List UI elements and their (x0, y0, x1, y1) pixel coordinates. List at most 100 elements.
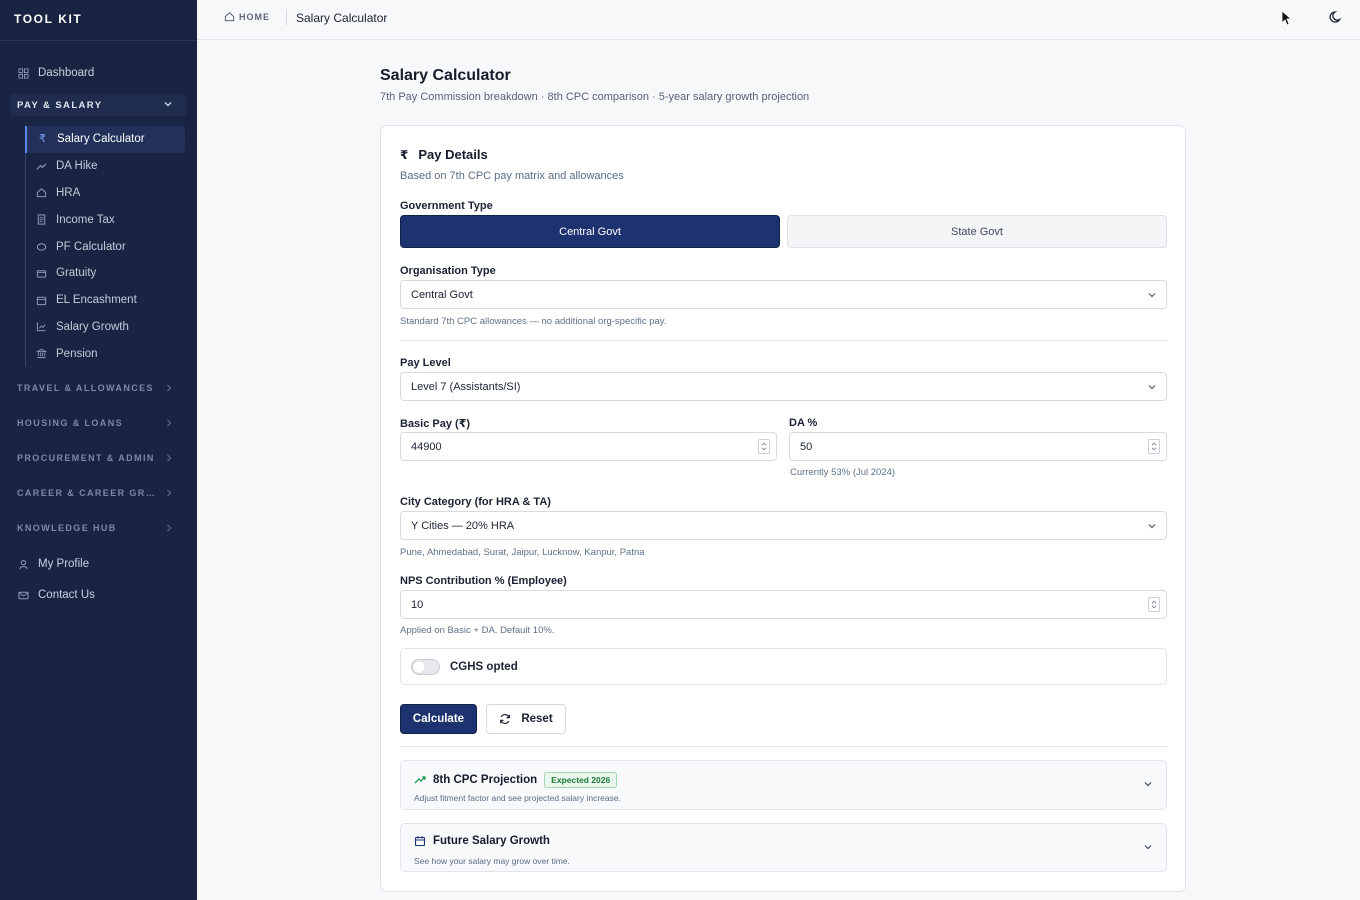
accordion-title: Future Salary Growth (414, 835, 550, 847)
wallet-icon (35, 267, 48, 280)
sidebar-item-salary-calculator[interactable]: ₹ Salary Calculator (25, 126, 185, 153)
chevron-down-icon (1148, 385, 1156, 390)
basic-pay-input[interactable]: 44900 (400, 432, 777, 461)
organisation-type-label: Organisation Type (400, 265, 496, 277)
section-label: PROCUREMENT & ADMIN (17, 453, 155, 463)
sidebar-item-contact-us[interactable]: Contact Us (10, 584, 186, 606)
city-category-value: Y Cities — 20% HRA (411, 519, 515, 532)
state-govt-button[interactable]: State Govt (787, 215, 1167, 248)
sidebar-item-label: Pension (56, 347, 98, 360)
section-label: CAREER & CAREER GROW... (17, 488, 162, 498)
chevron-down-icon (164, 102, 172, 107)
receipt-icon (35, 213, 48, 226)
mail-icon (17, 589, 30, 602)
reset-button[interactable]: Reset (486, 704, 566, 734)
status-badge: Expected 2026 (544, 772, 618, 788)
card-title-text: Pay Details (418, 147, 488, 162)
basic-pay-value: 44900 (411, 440, 442, 453)
sidebar-item-el-encashment[interactable]: EL Encashment (26, 287, 185, 314)
pay-level-label: Pay Level (400, 357, 451, 369)
sidebar-item-income-tax[interactable]: Income Tax (26, 206, 185, 233)
pay-level-value: Level 7 (Assistants/SI) (411, 380, 521, 393)
trending-up-icon (414, 776, 426, 784)
brand-logo[interactable]: TOOL KIT (0, 0, 197, 41)
nps-contribution-value: 10 (411, 598, 424, 611)
reset-label: Reset (521, 713, 553, 725)
chevron-right-icon (167, 489, 172, 497)
sidebar-item-hra[interactable]: HRA (26, 180, 185, 207)
sidebar-item-dashboard[interactable]: Dashboard (10, 62, 186, 84)
organisation-type-value: Central Govt (411, 288, 473, 301)
breadcrumb-divider (286, 9, 287, 25)
sidebar-item-label: PF Calculator (56, 240, 126, 253)
accordion-subtitle: See how your salary may grow over time. (414, 856, 570, 866)
sidebar-item-pf-calculator[interactable]: PF Calculator (26, 233, 185, 260)
sidebar-item-my-profile[interactable]: My Profile (10, 553, 186, 575)
sidebar-item-label: Salary Calculator (57, 133, 145, 146)
section-label: PAY & SALARY (17, 99, 103, 111)
card-title: ₹ Pay Details (400, 147, 488, 162)
central-govt-button[interactable]: Central Govt (400, 215, 780, 248)
user-icon (17, 558, 30, 571)
breadcrumb-home-label: HOME (239, 11, 270, 22)
number-stepper-icon[interactable] (1148, 439, 1160, 454)
city-category-help: Pune, Ahmedabad, Surat, Jaipur, Lucknow,… (400, 547, 645, 558)
sidebar-section-procurement-admin[interactable]: PROCUREMENT & ADMIN (17, 450, 177, 466)
cghs-label: CGHS opted (450, 660, 518, 673)
chevron-right-icon (167, 419, 172, 427)
sidebar-item-salary-growth[interactable]: Salary Growth (26, 314, 185, 341)
nps-contribution-help: Applied on Basic + DA. Default 10%. (400, 625, 555, 636)
pay-salary-submenu: ₹ Salary Calculator DA Hike HRA Income T… (25, 126, 185, 368)
sidebar-item-label: EL Encashment (56, 294, 137, 307)
page-title: Salary Calculator (380, 67, 511, 84)
accordion-subtitle: Adjust fitment factor and see projected … (414, 793, 621, 803)
da-percent-value: 50 (800, 440, 813, 453)
city-category-select[interactable]: Y Cities — 20% HRA (400, 511, 1167, 540)
nps-contribution-input[interactable]: 10 (400, 590, 1167, 619)
sidebar-item-label: Salary Growth (56, 320, 129, 333)
da-percent-help: Currently 53% (Jul 2024) (790, 467, 896, 478)
moon-icon[interactable] (1329, 10, 1343, 24)
accordion-future-salary-growth[interactable]: Future Salary Growth See how your salary… (400, 823, 1167, 872)
section-label: KNOWLEDGE HUB (17, 523, 117, 533)
chevron-down-icon (1148, 293, 1156, 298)
sidebar-item-gratuity[interactable]: Gratuity (26, 260, 185, 287)
sidebar-item-label: Income Tax (56, 213, 115, 226)
sidebar-section-housing-loans[interactable]: HOUSING & LOANS (17, 415, 177, 431)
number-stepper-icon[interactable] (1148, 597, 1160, 612)
sidebar-section-pay-salary[interactable]: PAY & SALARY (10, 94, 186, 116)
basic-pay-label: Basic Pay (₹) (400, 418, 471, 430)
accordion-8th-cpc-projection[interactable]: 8th CPC Projection Expected 2026 Adjust … (400, 760, 1167, 810)
refresh-icon (500, 713, 511, 725)
chevron-down-icon (1148, 524, 1156, 529)
accordion-title: 8th CPC Projection Expected 2026 (414, 772, 618, 788)
sidebar: TOOL KIT Dashboard PAY & SALARY ₹ Salary… (0, 0, 197, 900)
pay-level-select[interactable]: Level 7 (Assistants/SI) (400, 372, 1167, 401)
cghs-toggle[interactable] (411, 658, 440, 675)
da-percent-input[interactable]: 50 (789, 432, 1167, 461)
sidebar-item-pension[interactable]: Pension (26, 340, 185, 367)
organisation-type-help: Standard 7th CPC allowances — no additio… (400, 316, 667, 327)
topbar: HOME Salary Calculator (197, 0, 1360, 40)
sidebar-item-label: DA Hike (56, 160, 98, 173)
sidebar-section-career-growth[interactable]: CAREER & CAREER GROW... (17, 485, 177, 501)
breadcrumb-home[interactable]: HOME (224, 11, 270, 22)
grid-icon (17, 67, 30, 80)
organisation-type-select[interactable]: Central Govt (400, 280, 1167, 309)
number-stepper-icon[interactable] (758, 439, 770, 454)
calculate-button[interactable]: Calculate (400, 704, 477, 734)
sidebar-item-label: Gratuity (56, 267, 97, 280)
da-percent-label: DA % (789, 417, 818, 429)
sidebar-section-travel-allowances[interactable]: TRAVEL & ALLOWANCES (17, 380, 177, 396)
divider (400, 340, 1167, 341)
section-label: TRAVEL & ALLOWANCES (17, 383, 154, 393)
pay-details-card: ₹ Pay Details Based on 7th CPC pay matri… (380, 125, 1186, 892)
sidebar-item-da-hike[interactable]: DA Hike (26, 153, 185, 180)
government-type-label: Government Type (400, 200, 493, 212)
government-type-toggle: Central Govt State Govt (400, 215, 1167, 249)
sidebar-section-knowledge-hub[interactable]: KNOWLEDGE HUB (17, 520, 177, 536)
sidebar-item-label: HRA (56, 186, 81, 199)
breadcrumb-current: Salary Calculator (296, 11, 388, 25)
cghs-toggle-row: CGHS opted (400, 648, 1167, 685)
chevron-right-icon (167, 384, 172, 392)
